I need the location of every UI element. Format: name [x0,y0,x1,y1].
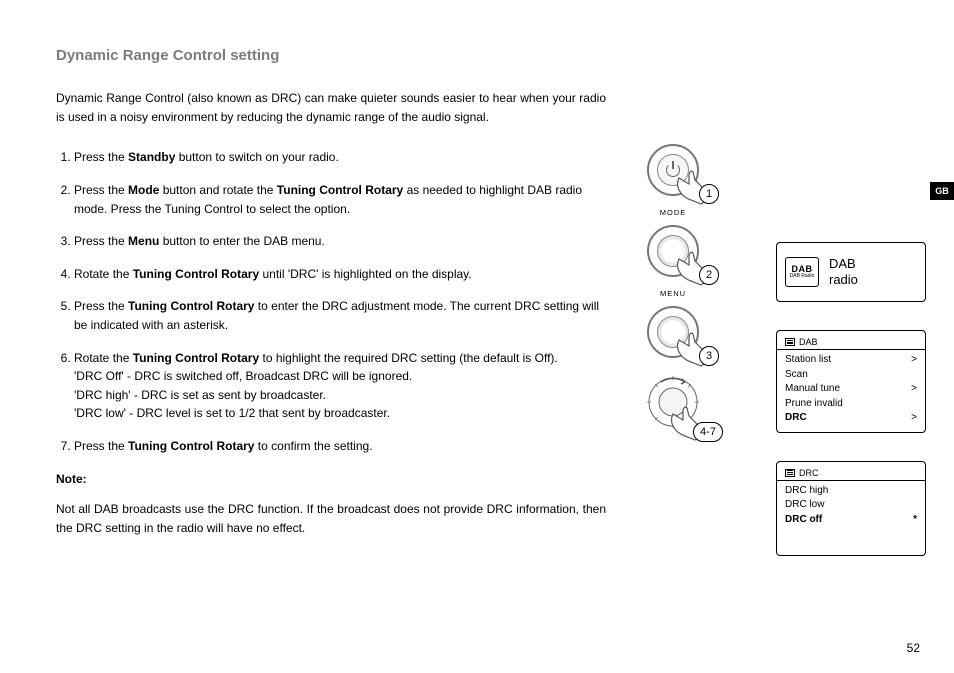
menu-item-drc-off-selected: DRC off [785,513,917,528]
instruction-text-column: Dynamic Range Control setting Dynamic Ra… [56,44,606,549]
menu-item-manual-tune: Manual tune [785,382,917,397]
menu-item-scan: Scan [785,368,917,383]
step-1: Press the Standby button to switch on yo… [74,148,606,167]
steps-list: Press the Standby button to switch on yo… [56,148,606,455]
step-7: Press the Tuning Control Rotary to confi… [74,437,606,456]
standby-dial-illustration: 1 [647,144,699,196]
menu-item-drc-selected: DRC [785,411,917,426]
menu-header: DAB [799,337,818,347]
display-dab-menu-screen: DAB Station list Scan Manual tune Prune … [776,330,926,433]
step-number-1-icon: 1 [699,184,719,204]
dab-mode-title: DAB radio [829,256,858,287]
menu-list-icon [785,469,795,477]
page-number: 52 [907,641,920,655]
display-screens-column: DAB DAB Radio DAB radio DAB Station list… [776,242,926,584]
mode-dial-illustration: 2 [647,225,699,277]
menu-item-drc-low: DRC low [785,498,917,513]
tuning-rotary-illustration: 4-7 [647,376,699,436]
menu-label: MENU [625,289,721,298]
note-body: Not all DAB broadcasts use the DRC funct… [56,500,606,537]
step-number-2-icon: 2 [699,265,719,285]
menu-item-station-list: Station list [785,353,917,368]
language-tab: GB [930,182,954,200]
step-4: Rotate the Tuning Control Rotary until '… [74,265,606,284]
step-6: Rotate the Tuning Control Rotary to high… [74,349,606,423]
step-number-3-icon: 3 [699,346,719,366]
menu-item-prune-invalid: Prune invalid [785,397,917,412]
menu-item-drc-high: DRC high [785,484,917,499]
step-number-4-7-icon: 4-7 [693,422,723,442]
menu-header: DRC [799,468,819,478]
note-label: Note: [56,470,606,489]
mode-label: MODE [625,208,721,217]
step-2: Press the Mode button and rotate the Tun… [74,181,606,218]
intro-paragraph: Dynamic Range Control (also known as DRC… [56,89,606,126]
menu-dial-illustration: 3 [647,306,699,358]
display-drc-menu-screen: DRC DRC high DRC low DRC off [776,461,926,557]
display-dab-mode-screen: DAB DAB Radio DAB radio [776,242,926,302]
illustration-column: 1 MODE 2 MENU 3 [625,144,721,448]
step-5: Press the Tuning Control Rotary to enter… [74,297,606,334]
page-title: Dynamic Range Control setting [56,44,606,67]
menu-list-icon [785,338,795,346]
step-3: Press the Menu button to enter the DAB m… [74,232,606,251]
dab-logo-icon: DAB DAB Radio [785,257,819,287]
